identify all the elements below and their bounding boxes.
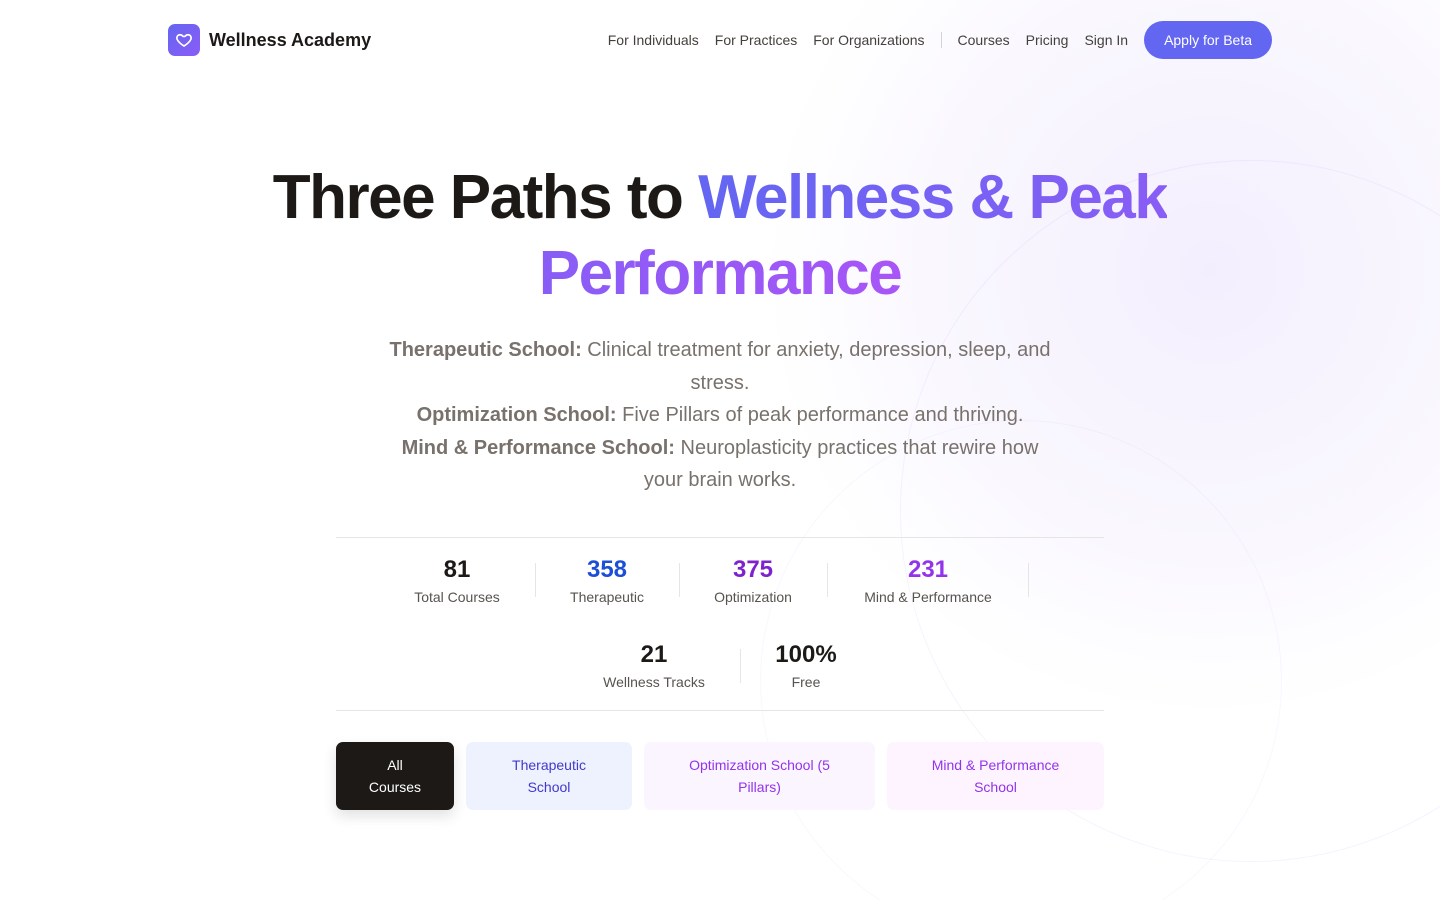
hero-title-dark: Three Paths to	[272, 163, 684, 232]
stat-value: 358	[586, 556, 628, 583]
nav-courses[interactable]: Courses	[958, 32, 1010, 48]
page: Wellness Academy For Individuals For Pra…	[0, 0, 1440, 900]
stat-mind-performance: 231 Mind & Performance	[848, 555, 1008, 605]
school-text: Neuroplasticity practices that rewire ho…	[643, 436, 1039, 492]
stat-label: Mind & Performance	[864, 589, 992, 605]
stat-label: Free	[791, 674, 821, 690]
nav-sign-in[interactable]: Sign In	[1084, 32, 1128, 48]
stat-divider	[535, 563, 536, 597]
stat-value: 81	[443, 556, 471, 583]
brand-name: Wellness Academy	[209, 29, 372, 50]
stat-wellness-tracks: 21 Wellness Tracks	[594, 640, 714, 690]
top-nav: Wellness Academy For Individuals For Pra…	[168, 20, 1272, 60]
stats-panel: 81 Total Courses 358 Therapeutic 375 Opt…	[336, 537, 1104, 711]
school-text: Five Pillars of peak performance and thr…	[622, 404, 1024, 426]
stat-divider	[1028, 563, 1029, 597]
nav-for-practices[interactable]: For Practices	[715, 32, 797, 48]
tab-therapeutic-school[interactable]: Therapeutic School	[466, 742, 632, 810]
stat-divider	[679, 563, 680, 597]
tab-all-courses[interactable]: All Courses	[336, 742, 454, 810]
school-line-therapeutic: Therapeutic School: Clinical treatment f…	[380, 334, 1060, 399]
stat-optimization: 375 Optimization	[698, 555, 808, 605]
nav-divider	[940, 32, 942, 48]
nav-pricing[interactable]: Pricing	[1026, 32, 1069, 48]
school-label: Optimization School:	[416, 404, 617, 426]
school-label: Therapeutic School:	[389, 339, 582, 361]
course-filter-tabs: All Courses Therapeutic School Optimizat…	[336, 742, 1104, 810]
stat-value: 21	[640, 641, 668, 668]
stat-label: Optimization	[714, 589, 792, 605]
hero-description: Therapeutic School: Clinical treatment f…	[380, 334, 1060, 497]
nav-links: For Individuals For Practices For Organi…	[608, 21, 1272, 59]
nav-for-individuals[interactable]: For Individuals	[608, 32, 699, 48]
stat-label: Wellness Tracks	[603, 674, 705, 690]
school-line-optimization: Optimization School: Five Pillars of pea…	[380, 399, 1060, 432]
stat-value: 100%	[775, 641, 837, 668]
stat-value: 375	[732, 556, 774, 583]
apply-for-beta-button[interactable]: Apply for Beta	[1144, 21, 1272, 59]
stat-label: Therapeutic	[570, 589, 644, 605]
stat-free: 100% Free	[756, 640, 856, 690]
stat-label: Total Courses	[414, 589, 500, 605]
hero-title: Three Paths to Wellness & Peak Performan…	[220, 160, 1220, 312]
stat-divider	[827, 563, 828, 597]
brand-link[interactable]: Wellness Academy	[168, 24, 371, 56]
tab-mind-performance-school[interactable]: Mind & Performance School	[887, 742, 1104, 810]
stat-total-courses: 81 Total Courses	[402, 555, 512, 605]
nav-for-organizations[interactable]: For Organizations	[813, 32, 924, 48]
heart-icon	[168, 24, 200, 56]
school-text: Clinical treatment for anxiety, depressi…	[587, 339, 1051, 394]
school-line-mind-performance: Mind & Performance School: Neuroplastici…	[380, 432, 1060, 497]
stat-divider	[740, 649, 741, 683]
stat-therapeutic: 358 Therapeutic	[552, 555, 662, 605]
stat-value: 231	[907, 556, 949, 583]
tab-optimization-school[interactable]: Optimization School (5 Pillars)	[644, 742, 875, 810]
school-label: Mind & Performance School:	[401, 436, 675, 459]
